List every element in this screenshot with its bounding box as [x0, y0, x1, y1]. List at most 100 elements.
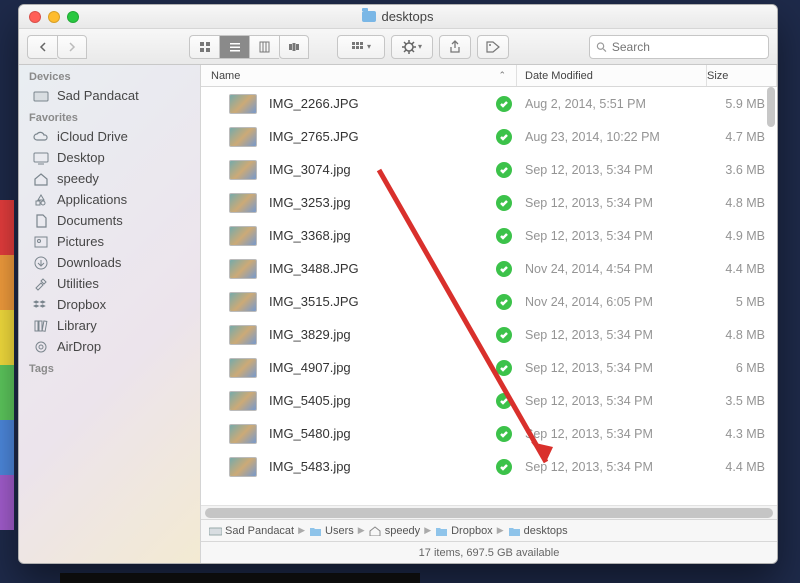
- file-size: 3.6 MB: [707, 163, 777, 177]
- scrollbar-knob[interactable]: [205, 508, 773, 518]
- path-folder-icon: [309, 526, 322, 536]
- view-coverflow-button[interactable]: [279, 35, 309, 59]
- sidebar-item-downloads[interactable]: Downloads: [19, 252, 200, 273]
- window-title-text: desktops: [381, 9, 433, 24]
- search-field[interactable]: [589, 35, 769, 59]
- file-row[interactable]: IMG_2765.JPGAug 23, 2014, 10:22 PM4.7 MB: [201, 120, 777, 153]
- downloads-icon: [33, 256, 49, 270]
- column-size-label: Size: [707, 70, 728, 82]
- close-button[interactable]: [29, 11, 41, 23]
- sidebar-group-header: Tags: [19, 357, 200, 377]
- hdd-icon: [33, 89, 49, 103]
- path-hdd-icon: [209, 526, 222, 536]
- sidebar-item-label: speedy: [57, 171, 99, 186]
- file-size: 4.3 MB: [707, 427, 777, 441]
- tags-button[interactable]: [477, 35, 509, 59]
- column-date-label: Date Modified: [525, 70, 593, 82]
- file-size: 4.8 MB: [707, 328, 777, 342]
- traffic-lights: [29, 11, 79, 23]
- column-headers: Name⌃ Date Modified Size: [201, 65, 777, 87]
- path-label: Dropbox: [451, 525, 493, 537]
- view-columns-button[interactable]: [249, 35, 279, 59]
- sidebar-group-header: Devices: [19, 65, 200, 85]
- desktop-dock-shadow: [60, 573, 420, 583]
- sidebar-item-label: Pictures: [57, 234, 104, 249]
- path-bar: Sad Pandacat▶Users▶speedy▶Dropbox▶deskto…: [201, 519, 777, 541]
- sidebar-item-label: Desktop: [57, 150, 105, 165]
- folder-icon: [362, 11, 376, 22]
- file-name: IMG_2266.JPG: [269, 96, 359, 111]
- file-date: Nov 24, 2014, 4:54 PM: [517, 262, 707, 276]
- scrollbar-vertical[interactable]: [767, 87, 775, 127]
- file-row[interactable]: IMG_2266.JPGAug 2, 2014, 5:51 PM5.9 MB: [201, 87, 777, 120]
- file-list[interactable]: IMG_2266.JPGAug 2, 2014, 5:51 PM5.9 MBIM…: [201, 87, 777, 505]
- column-name[interactable]: Name⌃: [201, 65, 517, 86]
- view-seg: [189, 35, 309, 59]
- search-input[interactable]: [612, 40, 762, 54]
- zoom-button[interactable]: [67, 11, 79, 23]
- file-date: Aug 2, 2014, 5:51 PM: [517, 97, 707, 111]
- main-content: Name⌃ Date Modified Size IMG_2266.JPG Aug…: [201, 65, 777, 563]
- sidebar-item-speedy[interactable]: speedy: [19, 168, 200, 189]
- path-item[interactable]: speedy: [369, 525, 420, 537]
- arrange-button[interactable]: ▾: [337, 35, 385, 59]
- status-text: 17 items, 697.5 GB available: [419, 547, 560, 559]
- sidebar-item-dropbox[interactable]: Dropbox: [19, 294, 200, 315]
- sidebar-item-utilities[interactable]: Utilities: [19, 273, 200, 294]
- file-name: IMG_3829.jpg: [269, 327, 351, 342]
- file-row[interactable]: IMG_5405.jpgSep 12, 2013, 5:34 PM3.5 MB: [201, 384, 777, 417]
- sidebar-item-documents[interactable]: Documents: [19, 210, 200, 231]
- path-item[interactable]: desktops: [508, 525, 568, 537]
- sidebar-item-pictures[interactable]: Pictures: [19, 231, 200, 252]
- path-item[interactable]: Dropbox: [435, 525, 493, 537]
- path-item[interactable]: Sad Pandacat: [209, 525, 294, 537]
- nav-seg: [27, 35, 87, 59]
- file-row[interactable]: IMG_3515.JPGNov 24, 2014, 6:05 PM5 MB: [201, 285, 777, 318]
- sidebar-item-label: Applications: [57, 192, 127, 207]
- file-thumbnail: [229, 127, 257, 147]
- sidebar-item-library[interactable]: Library: [19, 315, 200, 336]
- sidebar-item-applications[interactable]: Applications: [19, 189, 200, 210]
- file-name: IMG_3253.jpg: [269, 195, 351, 210]
- utilities-icon: [33, 277, 49, 291]
- file-row[interactable]: IMG_4907.jpgSep 12, 2013, 5:34 PM6 MB: [201, 351, 777, 384]
- synced-badge-icon: [496, 96, 512, 112]
- sort-indicator-icon: ⌃: [498, 70, 506, 81]
- synced-badge-icon: [496, 360, 512, 376]
- file-row[interactable]: IMG_3253.jpgSep 12, 2013, 5:34 PM4.8 MB: [201, 186, 777, 219]
- desktop-icon: [33, 151, 49, 165]
- sidebar-item-airdrop[interactable]: AirDrop: [19, 336, 200, 357]
- file-row[interactable]: IMG_3829.jpgSep 12, 2013, 5:34 PM4.8 MB: [201, 318, 777, 351]
- file-date: Sep 12, 2013, 5:34 PM: [517, 394, 707, 408]
- file-size: 6 MB: [707, 361, 777, 375]
- minimize-button[interactable]: [48, 11, 60, 23]
- view-icons-button[interactable]: [189, 35, 219, 59]
- file-row[interactable]: IMG_5483.jpgSep 12, 2013, 5:34 PM4.4 MB: [201, 450, 777, 483]
- sidebar-item-icloud-drive[interactable]: iCloud Drive: [19, 126, 200, 147]
- file-row[interactable]: IMG_5480.jpgSep 12, 2013, 5:34 PM4.3 MB: [201, 417, 777, 450]
- synced-badge-icon: [496, 261, 512, 277]
- titlebar[interactable]: desktops: [19, 5, 777, 29]
- action-button[interactable]: ▾: [391, 35, 433, 59]
- file-row[interactable]: IMG_3488.JPGNov 24, 2014, 4:54 PM4.4 MB: [201, 252, 777, 285]
- back-button[interactable]: [27, 35, 57, 59]
- column-date[interactable]: Date Modified: [517, 65, 707, 86]
- window-title: desktops: [362, 9, 433, 24]
- column-size[interactable]: Size: [707, 65, 777, 86]
- path-item[interactable]: Users: [309, 525, 354, 537]
- file-row[interactable]: IMG_3368.jpgSep 12, 2013, 5:34 PM4.9 MB: [201, 219, 777, 252]
- sidebar-item-label: iCloud Drive: [57, 129, 128, 144]
- scrollbar-horizontal[interactable]: [201, 505, 777, 519]
- file-row[interactable]: IMG_3074.jpgSep 12, 2013, 5:34 PM3.6 MB: [201, 153, 777, 186]
- sidebar-item-desktop[interactable]: Desktop: [19, 147, 200, 168]
- documents-icon: [33, 214, 49, 228]
- forward-button[interactable]: [57, 35, 87, 59]
- pictures-icon: [33, 235, 49, 249]
- view-list-button[interactable]: [219, 35, 249, 59]
- file-size: 4.4 MB: [707, 262, 777, 276]
- share-button[interactable]: [439, 35, 471, 59]
- file-date: Sep 12, 2013, 5:34 PM: [517, 229, 707, 243]
- file-thumbnail: [229, 457, 257, 477]
- sidebar-item-sad-pandacat[interactable]: Sad Pandacat: [19, 85, 200, 106]
- desktop-rainbow: [0, 200, 14, 530]
